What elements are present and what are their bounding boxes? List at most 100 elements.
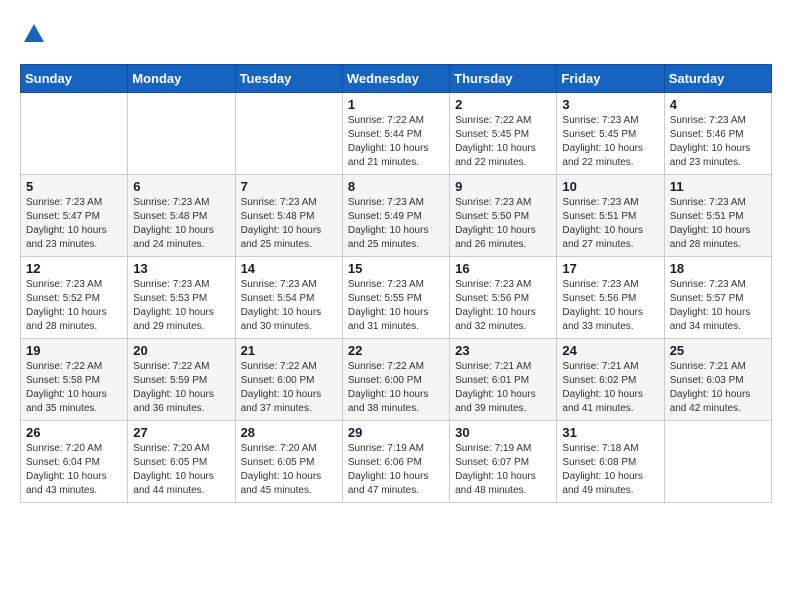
calendar-week-row: 19 Sunrise: 7:22 AM Sunset: 5:58 PM Dayli… <box>21 339 772 421</box>
day-number: 9 <box>455 179 551 194</box>
day-number: 15 <box>348 261 444 276</box>
day-of-week-header: Sunday <box>21 65 128 93</box>
page-header <box>20 20 772 48</box>
day-number: 6 <box>133 179 229 194</box>
day-of-week-header: Friday <box>557 65 664 93</box>
calendar-cell: 20 Sunrise: 7:22 AM Sunset: 5:59 PM Dayli… <box>128 339 235 421</box>
day-number: 19 <box>26 343 122 358</box>
calendar-header-row: SundayMondayTuesdayWednesdayThursdayFrid… <box>21 65 772 93</box>
day-number: 22 <box>348 343 444 358</box>
day-of-week-header: Monday <box>128 65 235 93</box>
cell-info: Sunrise: 7:23 AM Sunset: 5:45 PM Dayligh… <box>562 114 658 170</box>
calendar-cell <box>664 421 771 503</box>
logo-icon <box>20 20 48 48</box>
cell-info: Sunrise: 7:20 AM Sunset: 6:05 PM Dayligh… <box>133 442 229 498</box>
cell-info: Sunrise: 7:18 AM Sunset: 6:08 PM Dayligh… <box>562 442 658 498</box>
day-number: 1 <box>348 97 444 112</box>
calendar-week-row: 12 Sunrise: 7:23 AM Sunset: 5:52 PM Dayli… <box>21 257 772 339</box>
day-number: 30 <box>455 425 551 440</box>
calendar-cell: 9 Sunrise: 7:23 AM Sunset: 5:50 PM Daylig… <box>450 175 557 257</box>
day-number: 16 <box>455 261 551 276</box>
cell-info: Sunrise: 7:22 AM Sunset: 5:59 PM Dayligh… <box>133 360 229 416</box>
calendar-cell: 5 Sunrise: 7:23 AM Sunset: 5:47 PM Daylig… <box>21 175 128 257</box>
cell-info: Sunrise: 7:23 AM Sunset: 5:55 PM Dayligh… <box>348 278 444 334</box>
day-number: 31 <box>562 425 658 440</box>
calendar-table: SundayMondayTuesdayWednesdayThursdayFrid… <box>20 64 772 503</box>
calendar-cell: 29 Sunrise: 7:19 AM Sunset: 6:06 PM Dayli… <box>342 421 449 503</box>
calendar-cell: 2Sunrise: 7:22 AM Sunset: 5:45 PM Daylig… <box>450 93 557 175</box>
cell-info: Sunrise: 7:22 AM Sunset: 5:44 PM Dayligh… <box>348 114 444 170</box>
calendar-cell <box>21 93 128 175</box>
day-number: 8 <box>348 179 444 194</box>
cell-info: Sunrise: 7:23 AM Sunset: 5:56 PM Dayligh… <box>455 278 551 334</box>
calendar-cell: 26 Sunrise: 7:20 AM Sunset: 6:04 PM Dayli… <box>21 421 128 503</box>
calendar-cell: 1 Sunrise: 7:22 AM Sunset: 5:44 PM Daylig… <box>342 93 449 175</box>
cell-info: Sunrise: 7:20 AM Sunset: 6:04 PM Dayligh… <box>26 442 122 498</box>
day-number: 17 <box>562 261 658 276</box>
cell-info: Sunrise: 7:21 AM Sunset: 6:03 PM Dayligh… <box>670 360 766 416</box>
calendar-cell: 25 Sunrise: 7:21 AM Sunset: 6:03 PM Dayli… <box>664 339 771 421</box>
logo <box>20 20 52 48</box>
day-number: 2 <box>455 97 551 112</box>
cell-info: Sunrise: 7:19 AM Sunset: 6:07 PM Dayligh… <box>455 442 551 498</box>
calendar-cell: 18Sunrise: 7:23 AM Sunset: 5:57 PM Dayli… <box>664 257 771 339</box>
cell-info: Sunrise: 7:23 AM Sunset: 5:46 PM Dayligh… <box>670 114 766 170</box>
day-number: 5 <box>26 179 122 194</box>
day-of-week-header: Saturday <box>664 65 771 93</box>
calendar-cell: 15 Sunrise: 7:23 AM Sunset: 5:55 PM Dayli… <box>342 257 449 339</box>
cell-info: Sunrise: 7:19 AM Sunset: 6:06 PM Dayligh… <box>348 442 444 498</box>
calendar-cell: 22 Sunrise: 7:22 AM Sunset: 6:00 PM Dayli… <box>342 339 449 421</box>
calendar-cell: 14Sunrise: 7:23 AM Sunset: 5:54 PM Dayli… <box>235 257 342 339</box>
day-of-week-header: Tuesday <box>235 65 342 93</box>
day-number: 11 <box>670 179 766 194</box>
cell-info: Sunrise: 7:21 AM Sunset: 6:02 PM Dayligh… <box>562 360 658 416</box>
day-of-week-header: Thursday <box>450 65 557 93</box>
day-number: 27 <box>133 425 229 440</box>
day-number: 26 <box>26 425 122 440</box>
cell-info: Sunrise: 7:22 AM Sunset: 6:00 PM Dayligh… <box>241 360 337 416</box>
calendar-cell: 24 Sunrise: 7:21 AM Sunset: 6:02 PM Dayli… <box>557 339 664 421</box>
cell-info: Sunrise: 7:23 AM Sunset: 5:52 PM Dayligh… <box>26 278 122 334</box>
calendar-week-row: 26 Sunrise: 7:20 AM Sunset: 6:04 PM Dayli… <box>21 421 772 503</box>
day-number: 3 <box>562 97 658 112</box>
calendar-cell: 4 Sunrise: 7:23 AM Sunset: 5:46 PM Daylig… <box>664 93 771 175</box>
day-number: 18 <box>670 261 766 276</box>
day-number: 21 <box>241 343 337 358</box>
calendar-cell: 11 Sunrise: 7:23 AM Sunset: 5:51 PM Dayli… <box>664 175 771 257</box>
calendar-cell: 10Sunrise: 7:23 AM Sunset: 5:51 PM Dayli… <box>557 175 664 257</box>
calendar-cell: 7 Sunrise: 7:23 AM Sunset: 5:48 PM Daylig… <box>235 175 342 257</box>
day-number: 10 <box>562 179 658 194</box>
cell-info: Sunrise: 7:23 AM Sunset: 5:54 PM Dayligh… <box>241 278 337 334</box>
cell-info: Sunrise: 7:23 AM Sunset: 5:51 PM Dayligh… <box>670 196 766 252</box>
calendar-cell: 3 Sunrise: 7:23 AM Sunset: 5:45 PM Daylig… <box>557 93 664 175</box>
day-number: 24 <box>562 343 658 358</box>
day-number: 4 <box>670 97 766 112</box>
cell-info: Sunrise: 7:23 AM Sunset: 5:50 PM Dayligh… <box>455 196 551 252</box>
calendar-cell: 19 Sunrise: 7:22 AM Sunset: 5:58 PM Dayli… <box>21 339 128 421</box>
calendar-cell: 6 Sunrise: 7:23 AM Sunset: 5:48 PM Daylig… <box>128 175 235 257</box>
calendar-cell: 31 Sunrise: 7:18 AM Sunset: 6:08 PM Dayli… <box>557 421 664 503</box>
cell-info: Sunrise: 7:22 AM Sunset: 5:58 PM Dayligh… <box>26 360 122 416</box>
day-number: 13 <box>133 261 229 276</box>
calendar-cell: 21 Sunrise: 7:22 AM Sunset: 6:00 PM Dayli… <box>235 339 342 421</box>
day-number: 20 <box>133 343 229 358</box>
calendar-cell <box>128 93 235 175</box>
cell-info: Sunrise: 7:23 AM Sunset: 5:56 PM Dayligh… <box>562 278 658 334</box>
cell-info: Sunrise: 7:23 AM Sunset: 5:47 PM Dayligh… <box>26 196 122 252</box>
calendar-cell: 8 Sunrise: 7:23 AM Sunset: 5:49 PM Daylig… <box>342 175 449 257</box>
day-number: 29 <box>348 425 444 440</box>
calendar-cell: 12 Sunrise: 7:23 AM Sunset: 5:52 PM Dayli… <box>21 257 128 339</box>
day-number: 7 <box>241 179 337 194</box>
cell-info: Sunrise: 7:20 AM Sunset: 6:05 PM Dayligh… <box>241 442 337 498</box>
calendar-cell: 27 Sunrise: 7:20 AM Sunset: 6:05 PM Dayli… <box>128 421 235 503</box>
cell-info: Sunrise: 7:22 AM Sunset: 6:00 PM Dayligh… <box>348 360 444 416</box>
cell-info: Sunrise: 7:23 AM Sunset: 5:48 PM Dayligh… <box>133 196 229 252</box>
calendar-cell: 30 Sunrise: 7:19 AM Sunset: 6:07 PM Dayli… <box>450 421 557 503</box>
calendar-cell: 23Sunrise: 7:21 AM Sunset: 6:01 PM Dayli… <box>450 339 557 421</box>
cell-info: Sunrise: 7:23 AM Sunset: 5:49 PM Dayligh… <box>348 196 444 252</box>
cell-info: Sunrise: 7:23 AM Sunset: 5:48 PM Dayligh… <box>241 196 337 252</box>
day-number: 12 <box>26 261 122 276</box>
day-number: 28 <box>241 425 337 440</box>
day-number: 25 <box>670 343 766 358</box>
calendar-cell: 13Sunrise: 7:23 AM Sunset: 5:53 PM Dayli… <box>128 257 235 339</box>
